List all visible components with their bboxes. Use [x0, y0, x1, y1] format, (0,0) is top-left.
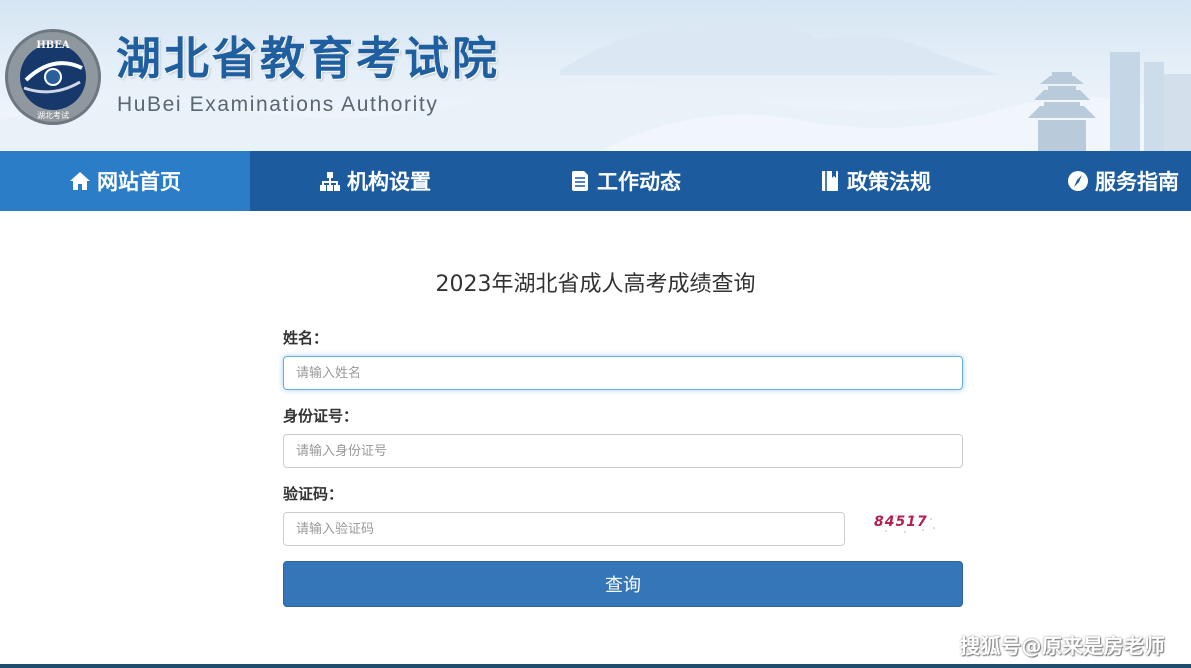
main-nav: 网站首页 机构设置 工作动态 政策法规 服务指南	[0, 151, 1191, 211]
header-banner: HBEA 湖北考试 湖北省教育考试院 HuBei Examinations Au…	[0, 0, 1191, 151]
nav-item-label: 机构设置	[347, 170, 431, 194]
pagoda-skyline-illustration	[1028, 52, 1191, 151]
name-input[interactable]	[283, 356, 963, 390]
id-number-input[interactable]	[283, 434, 963, 468]
watermark: 搜狐号@原来是房老师	[960, 634, 1165, 658]
logo-text-bottom: 湖北考试	[37, 110, 69, 120]
page-title: 2023年湖北省成人高考成绩查询	[435, 272, 756, 297]
id-number-label: 身份证号：	[283, 407, 359, 425]
book-icon	[819, 170, 841, 192]
logo-text-top: HBEA	[36, 40, 70, 51]
bottom-border	[0, 664, 1191, 668]
org-chart-icon	[319, 170, 341, 192]
hbea-logo-emblem: HBEA 湖北考试	[5, 29, 101, 125]
nav-item-home[interactable]: 网站首页	[0, 151, 250, 211]
nav-item-news[interactable]: 工作动态	[500, 151, 750, 211]
site-subtitle: HuBei Examinations Authority	[117, 93, 439, 116]
nav-item-label: 服务指南	[1095, 170, 1179, 194]
site-title: 湖北省教育考试院	[116, 32, 501, 85]
home-icon	[69, 170, 91, 192]
nav-item-services[interactable]: 服务指南	[1000, 151, 1191, 211]
captcha-code: 84517	[874, 514, 928, 530]
nav-item-policy[interactable]: 政策法规	[750, 151, 1000, 211]
name-label: 姓名：	[283, 329, 329, 347]
nav-item-label: 网站首页	[97, 170, 181, 194]
captcha-label: 验证码：	[283, 485, 344, 503]
compass-icon	[1067, 170, 1089, 192]
nav-item-organization[interactable]: 机构设置	[250, 151, 500, 211]
captcha-image[interactable]: 84517	[874, 514, 936, 534]
captcha-input[interactable]	[283, 512, 845, 546]
document-icon	[569, 170, 591, 192]
nav-item-label: 工作动态	[597, 170, 681, 194]
query-button[interactable]: 查询	[283, 561, 963, 607]
nav-item-label: 政策法规	[847, 170, 931, 194]
